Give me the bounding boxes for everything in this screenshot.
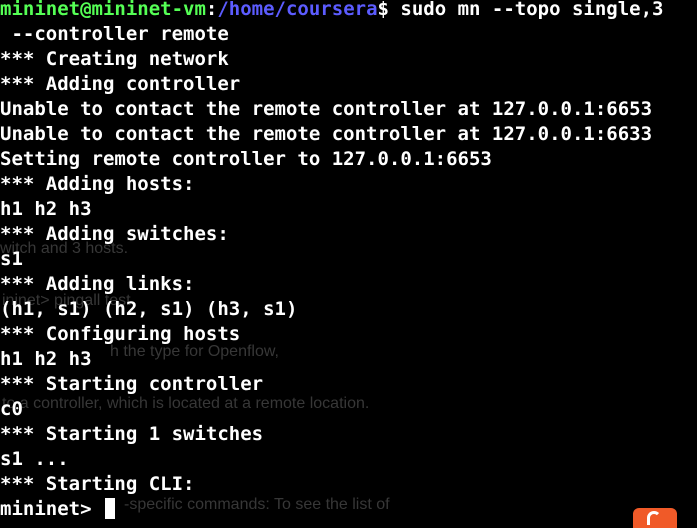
output-line: h1 h2 h3 (0, 198, 92, 220)
output-line: *** Configuring hosts (0, 323, 241, 345)
prompt-user-host: mininet@mininet-vm (0, 0, 206, 20)
orange-app-badge-icon[interactable] (633, 508, 677, 528)
output-line: s1 ... (0, 448, 69, 470)
output-line: Unable to contact the remote controller … (0, 98, 653, 120)
cli-prompt-line[interactable]: mininet> (0, 497, 697, 522)
badge-glyph-icon (647, 511, 661, 525)
cli-prompt: mininet> (0, 498, 103, 520)
command-text: $ sudo mn --topo single,3 (377, 0, 664, 20)
prompt-path: /home/coursera (217, 0, 378, 20)
terminal-output: mininet@mininet-vm:/home/coursera$ sudo … (0, 0, 697, 522)
text-cursor (104, 498, 115, 519)
output-line: (h1, s1) (h2, s1) (h3, s1) (0, 298, 298, 320)
output-line: *** Creating network (0, 48, 229, 70)
output-line: *** Adding hosts: (0, 173, 195, 195)
output-line: Setting remote controller to 127.0.0.1:6… (0, 148, 492, 170)
output-line: *** Adding links: (0, 273, 195, 295)
output-line: h1 h2 h3 (0, 348, 92, 370)
prompt-colon: : (205, 0, 218, 20)
output-line: *** Adding switches: (0, 223, 229, 245)
output-line: Unable to contact the remote controller … (0, 123, 653, 145)
output-line: s1 (0, 248, 23, 270)
output-line: *** Starting controller (0, 373, 264, 395)
output-line: *** Starting CLI: (0, 473, 195, 495)
terminal-window[interactable]: witch and 3 hosts. ininet> pingall test … (0, 0, 697, 528)
output-line: *** Adding controller (0, 73, 241, 95)
output-line: c0 (0, 398, 23, 420)
command-line: mininet@mininet-vm:/home/coursera$ sudo … (0, 0, 697, 22)
output-line: *** Starting 1 switches (0, 423, 264, 445)
output-line: --controller remote (0, 23, 229, 45)
